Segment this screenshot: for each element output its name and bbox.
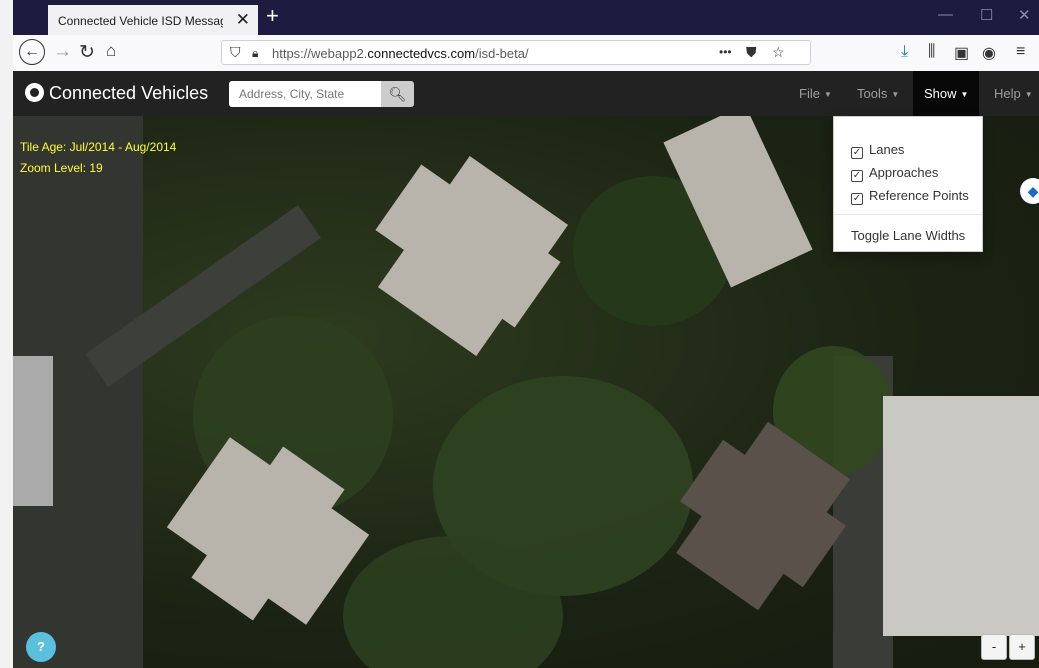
checkbox-checked-icon: ✓ [851, 170, 863, 182]
zoom-level-label: Zoom Level: 19 [20, 161, 103, 175]
close-window-icon[interactable]: ✕ [1018, 6, 1031, 24]
tab-close-icon[interactable]: ✕ [236, 10, 250, 30]
search-button[interactable]: 🔍︎ [381, 81, 414, 107]
sidebar-icon[interactable]: ▣ [954, 43, 969, 63]
page-actions-icon[interactable]: ••• [719, 45, 732, 59]
browser-tab-bar: Connected Vehicle ISD Message Cre ✕ + — … [13, 0, 1039, 35]
menu-help[interactable]: Help ▼ [983, 71, 1039, 116]
menu-divider [834, 214, 982, 215]
pocket-icon[interactable]: ⛊ [746, 44, 757, 61]
search-icon: 🔍︎ [388, 86, 407, 102]
app-header: Connected Vehicles 🔍︎ File▼ Tools▼ Show▼… [13, 71, 1039, 116]
menu-icon[interactable]: ≡ [1016, 43, 1025, 61]
new-tab-button[interactable]: + [266, 3, 279, 29]
building [883, 396, 1039, 636]
account-icon[interactable]: ◉ [982, 43, 996, 63]
checkbox-checked-icon: ✓ [851, 147, 863, 159]
menu-item-reference-points[interactable]: ✓ Reference Points [851, 188, 969, 205]
address-search-input[interactable] [229, 81, 381, 107]
reload-icon[interactable]: ↻ [79, 41, 95, 64]
download-icon[interactable]: ⤓ [901, 43, 908, 61]
menu-show[interactable]: Show ▼ [913, 71, 980, 116]
caret-down-icon: ▼ [823, 90, 832, 99]
page-edge [0, 0, 13, 668]
menu-file[interactable]: File ▼ [788, 71, 843, 116]
tab-title: Connected Vehicle ISD Message Cre [58, 14, 223, 28]
zoom-in-button[interactable]: + [1009, 634, 1035, 660]
brand[interactable]: Connected Vehicles [25, 83, 208, 104]
lock-icon: 🔒︎ [252, 46, 259, 60]
brand-label: Connected Vehicles [49, 83, 209, 103]
back-arrow-icon[interactable]: ← [19, 39, 45, 65]
home-icon[interactable]: ⌂ [106, 41, 116, 61]
menu-item-lanes[interactable]: ✓ Lanes [851, 142, 904, 159]
menu-item-approaches[interactable]: ✓ Approaches [851, 165, 938, 182]
menu-tools[interactable]: Tools ▼ [846, 71, 910, 116]
library-icon[interactable]: ⫼ [928, 43, 935, 61]
help-button[interactable]: ? [26, 632, 56, 662]
forward-arrow-icon[interactable]: → [53, 41, 72, 63]
building [13, 356, 53, 506]
url-text[interactable]: https://webapp2.connectedvcs.com/isd-bet… [272, 46, 529, 61]
caret-down-icon: ▼ [960, 90, 969, 99]
layers-icon[interactable]: ◆ [1020, 178, 1039, 204]
checkbox-checked-icon: ✓ [851, 193, 863, 205]
caret-down-icon: ▼ [891, 90, 900, 99]
maximize-icon[interactable]: ☐ [980, 6, 993, 24]
bookmark-star-icon[interactable]: ☆ [772, 44, 785, 61]
url-bar[interactable]: ⛉ 🔒︎ https://webapp2.connectedvcs.com/is… [221, 40, 811, 65]
zoom-out-button[interactable]: - [981, 634, 1007, 660]
tile-age-label: Tile Age: Jul/2014 - Aug/2014 [20, 140, 177, 154]
menu-item-toggle-lane-widths[interactable]: Toggle Lane Widths [851, 228, 965, 243]
browser-nav-bar: ← → ↻ ⌂ ⛉ 🔒︎ https://webapp2.connectedvc… [13, 35, 1039, 72]
connected-vehicles-logo-icon [25, 83, 44, 102]
caret-down-icon: ▼ [1024, 90, 1033, 99]
shield-icon[interactable]: ⛉ [230, 44, 241, 61]
minimize-icon[interactable]: — [938, 6, 953, 23]
browser-tab[interactable]: Connected Vehicle ISD Message Cre ✕ [48, 5, 258, 35]
show-dropdown-menu: ✓ Lanes ✓ Approaches ✓ Reference Points Tog… [833, 116, 983, 252]
